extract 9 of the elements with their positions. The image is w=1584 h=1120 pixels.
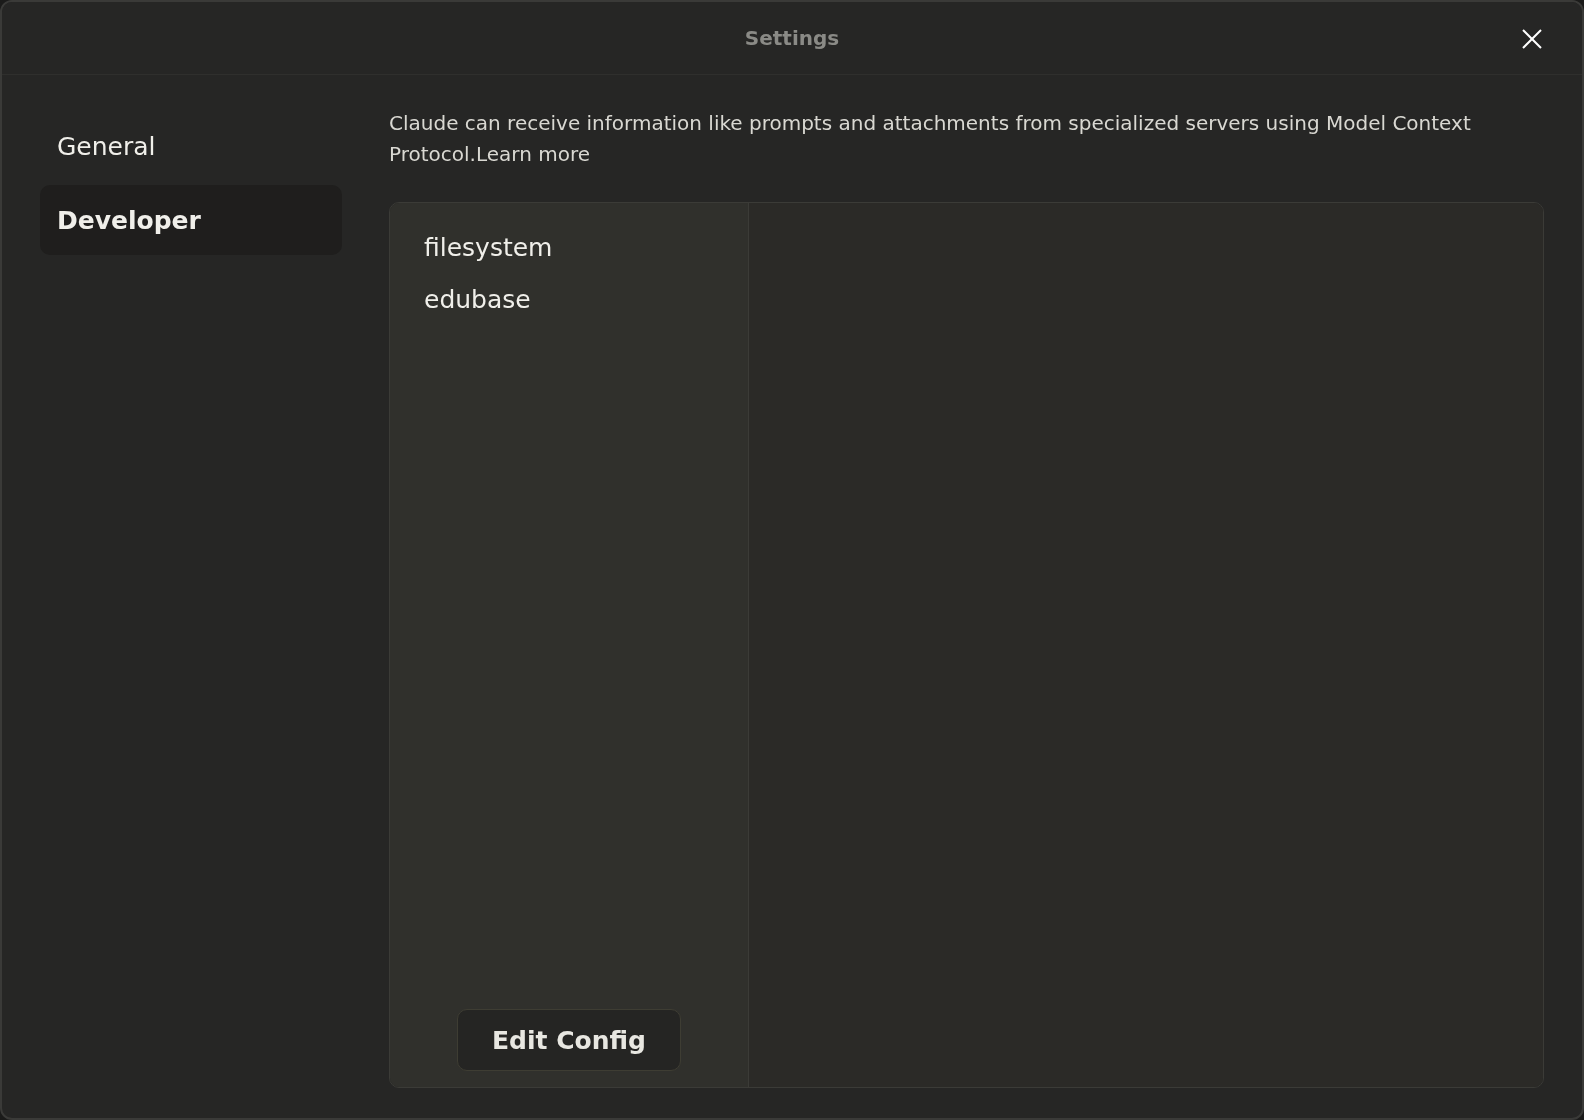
edit-config-button[interactable]: Edit Config	[457, 1009, 681, 1071]
sidebar-tab[interactable]: Developer	[40, 185, 342, 255]
close-icon[interactable]	[1520, 27, 1544, 51]
server-item[interactable]: edubase	[390, 277, 748, 321]
learn-more-link[interactable]: Learn more	[475, 142, 590, 166]
sidebar-tab[interactable]: General	[40, 111, 342, 181]
description-text: Claude can receive information like prompts and attachments from specialized servers using Model Context Protocol.Learn more	[389, 110, 1472, 168]
server-item[interactable]: filesystem	[390, 225, 748, 269]
window-title: Settings	[744, 26, 840, 50]
